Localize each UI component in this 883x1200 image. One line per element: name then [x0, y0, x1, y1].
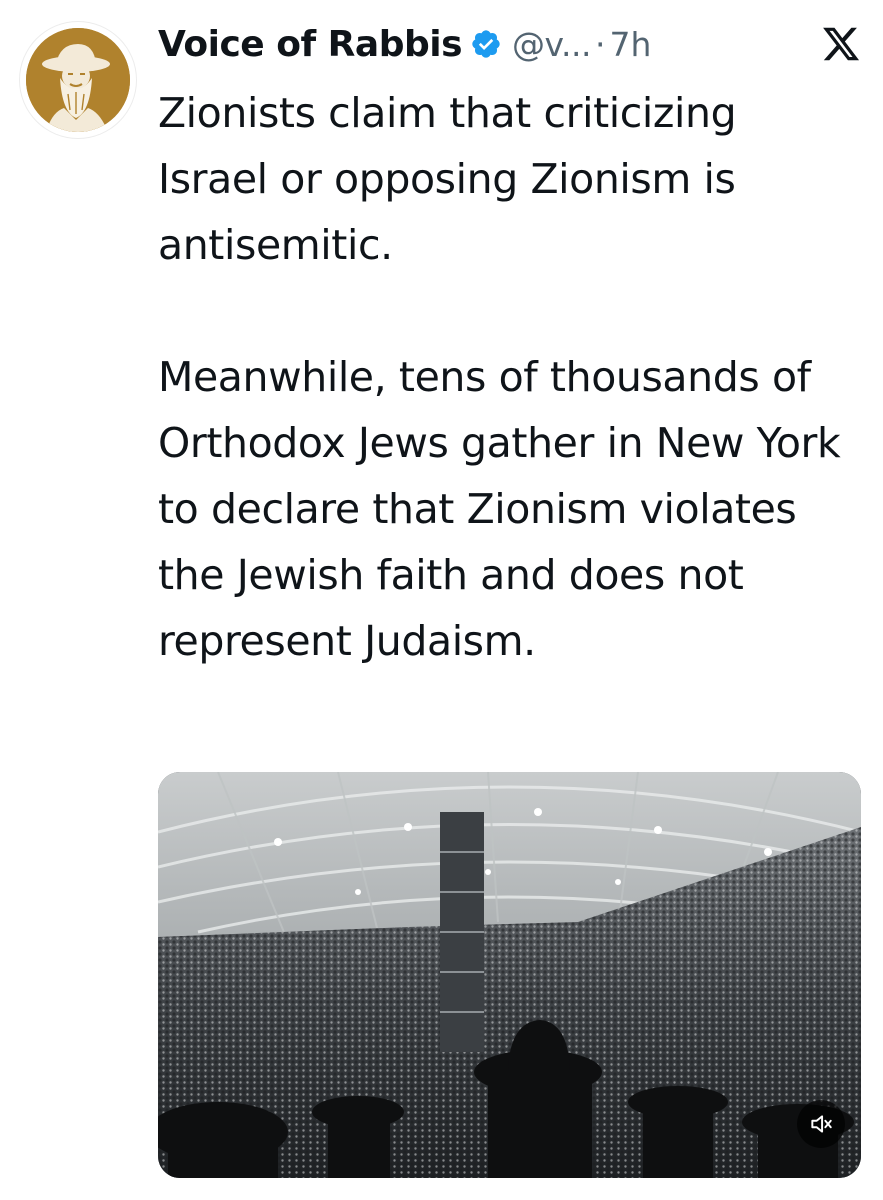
speaker-muted-icon: [811, 1115, 832, 1133]
tweet-text: Zionists claim that criticizing Israel o…: [158, 80, 858, 674]
x-logo-icon[interactable]: [821, 24, 861, 64]
verified-badge-icon: [472, 30, 500, 58]
tweet-video[interactable]: [158, 772, 861, 1178]
separator-dot: ·: [594, 24, 606, 64]
avatar[interactable]: [20, 22, 136, 138]
tweet-timestamp[interactable]: 7h: [609, 25, 651, 64]
author-display-name[interactable]: Voice of Rabbis: [158, 24, 463, 65]
crowd-arena-video-frame: [158, 772, 861, 1178]
rabbi-portrait-avatar-icon: [26, 28, 130, 132]
author-handle[interactable]: @v...: [512, 25, 591, 64]
tweet-paragraph-2: Meanwhile, tens of thousands of Orthodox…: [158, 353, 841, 665]
tweet-paragraph-1: Zionists claim that criticizing Israel o…: [158, 89, 737, 269]
tweet-header: Voice of Rabbis @v... · 7h: [158, 18, 861, 70]
mute-toggle-button[interactable]: [797, 1100, 845, 1148]
